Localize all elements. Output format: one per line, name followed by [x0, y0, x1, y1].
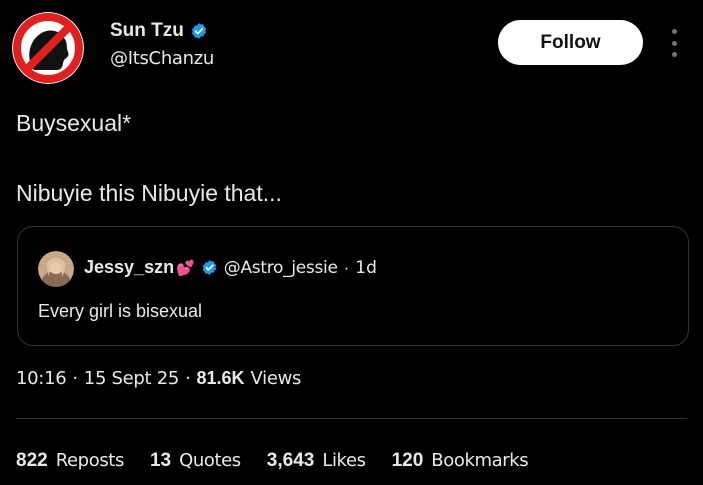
- quotes-stat[interactable]: 13 Quotes: [150, 450, 241, 472]
- likes-stat[interactable]: 3,643 Likes: [267, 450, 366, 472]
- tweet-time[interactable]: 10:16: [16, 368, 67, 389]
- bookmarks-count: 120: [391, 450, 424, 471]
- separator: ·: [343, 257, 350, 277]
- quoted-author-avatar[interactable]: [38, 251, 74, 287]
- verified-badge-icon: [202, 260, 216, 275]
- quoted-author-handle[interactable]: @Astro_jessie: [224, 258, 338, 278]
- quotes-count: 13: [149, 450, 172, 471]
- engagement-stats: 822 Reposts 13 Quotes 3,643 Likes 120 Bo…: [16, 450, 529, 472]
- verified-badge-icon: [191, 23, 206, 39]
- follow-button[interactable]: Follow: [498, 20, 643, 65]
- quoted-author-name[interactable]: Jessy_szn: [84, 257, 174, 278]
- tweet-meta: 10:16 · 15 Sept 25 · 81.6K Views: [16, 368, 301, 389]
- reposts-count: 822: [16, 450, 48, 471]
- quoted-tweet-card[interactable]: Jessy_szn 💕 @Astro_jessie · 1d Every gir…: [17, 226, 689, 346]
- views-label: Views: [250, 368, 302, 389]
- author-avatar[interactable]: [12, 12, 84, 84]
- author-name[interactable]: Sun Tzu: [110, 20, 184, 42]
- separator: ·: [185, 368, 191, 389]
- author-name-row: Sun Tzu: [110, 20, 208, 42]
- bookmarks-label: Bookmarks: [431, 450, 529, 471]
- quotes-label: Quotes: [179, 450, 241, 471]
- views-count: 81.6K: [196, 368, 245, 388]
- more-dot: [671, 40, 677, 46]
- separator: ·: [72, 368, 78, 389]
- more-dot: [671, 29, 677, 34]
- avatar-photo-icon: [38, 251, 74, 287]
- tweet-text-line-2: Nibuyie this Nibuyie that...: [16, 180, 282, 206]
- divider: [16, 418, 687, 419]
- likes-label: Likes: [322, 450, 366, 471]
- tweet-text-line-1: Buysexual*: [16, 110, 132, 136]
- author-handle[interactable]: @ItsChanzu: [110, 48, 214, 69]
- likes-count: 3,643: [266, 450, 315, 471]
- quoted-timestamp[interactable]: 1d: [355, 258, 377, 278]
- quoted-header: Jessy_szn 💕 @Astro_jessie · 1d: [84, 257, 377, 278]
- more-vertical-icon[interactable]: [664, 26, 684, 60]
- more-dot: [671, 52, 677, 57]
- quoted-tweet-text: Every girl is bisexual: [38, 301, 203, 321]
- reposts-stat[interactable]: 822 Reposts: [16, 450, 124, 472]
- no-symbol-silhouette-icon: [12, 12, 84, 84]
- reposts-label: Reposts: [55, 450, 125, 471]
- tweet-date[interactable]: 15 Sept 25: [84, 368, 180, 389]
- bookmarks-stat[interactable]: 120 Bookmarks: [392, 450, 529, 472]
- heart-emoji: 💕: [176, 259, 195, 277]
